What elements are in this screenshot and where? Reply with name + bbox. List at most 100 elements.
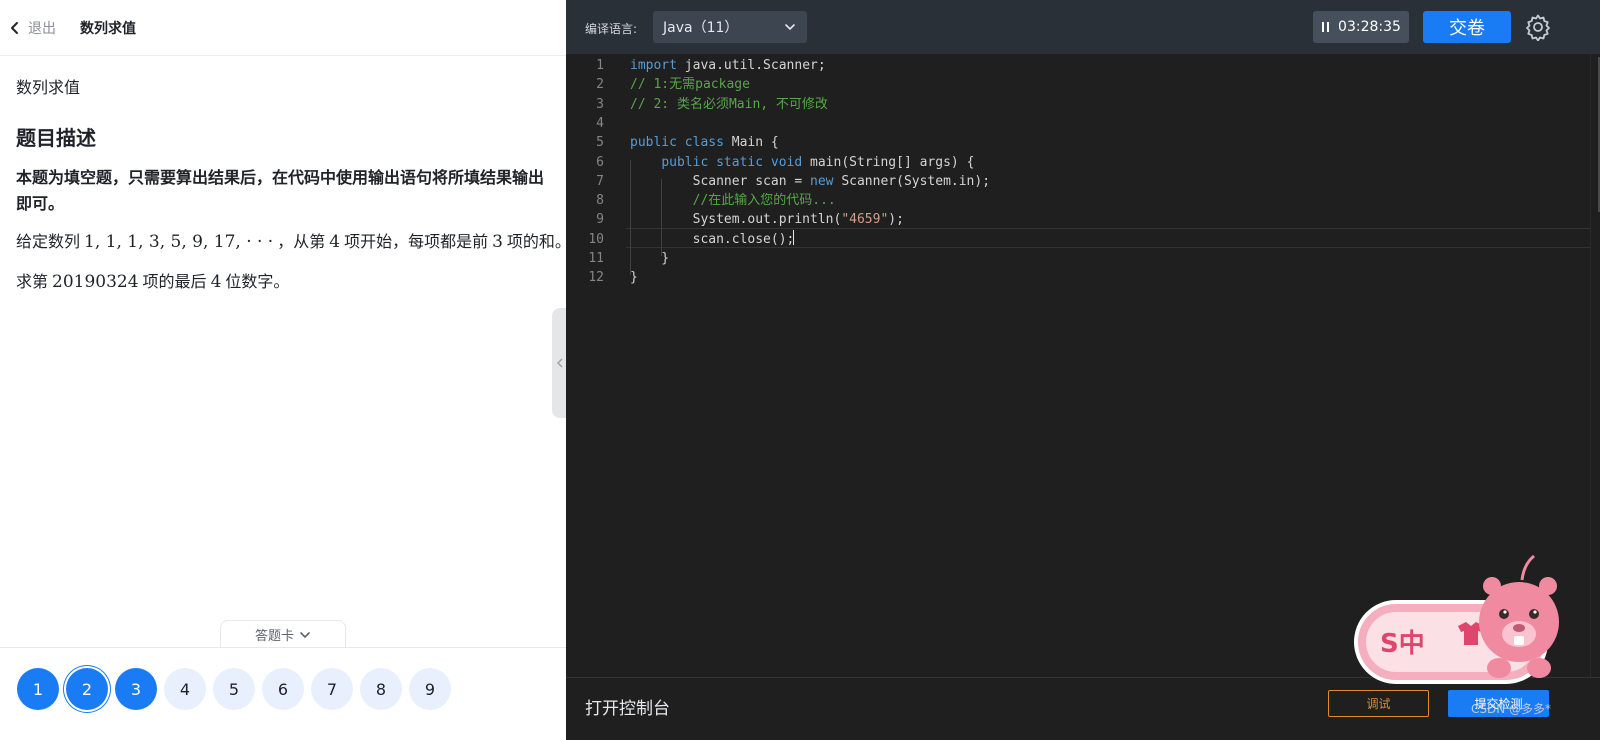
line-number: 11: [588, 251, 604, 266]
code-token: public static void: [661, 154, 803, 170]
chevron-left-icon: [11, 22, 18, 34]
pause-icon: [1322, 22, 1330, 32]
line-number: 8: [596, 193, 604, 209]
code-text: }: [630, 249, 669, 268]
question-number-7[interactable]: 7: [311, 668, 353, 710]
question-number-3[interactable]: 3: [115, 668, 157, 710]
problem-paragraph-2: 求第 20190324 项的最后 4 位数字。: [16, 269, 552, 295]
code-token: public class: [630, 135, 724, 151]
fill-in-note: 本题为填空题，只需要算出结果后，在代码中使用输出语句将所填结果输出即可。: [16, 168, 545, 213]
pause-timer-button[interactable]: 03:28:35: [1313, 11, 1409, 43]
question-number-5[interactable]: 5: [213, 668, 255, 710]
code-token: Main {: [723, 135, 779, 151]
question-number-6[interactable]: 6: [262, 668, 304, 710]
line-number: 5: [596, 135, 604, 151]
line-number: 9: [596, 212, 604, 228]
code-token: java.util.Scanner;: [676, 58, 826, 73]
para2-mid: 项的最后: [142, 272, 207, 291]
code-line[interactable]: 4: [566, 114, 1566, 133]
code-text: public static void main(String[] args) {: [630, 153, 974, 172]
code-token: }: [630, 270, 638, 286]
debug-button[interactable]: 调试: [1328, 690, 1429, 717]
code-token: import: [630, 58, 677, 73]
code-text: Scanner scan = new Scanner(System.in);: [630, 172, 990, 191]
mascot-widget[interactable]: S中: [1354, 550, 1566, 690]
language-select[interactable]: Java（11）: [653, 11, 807, 43]
line-number: 6: [596, 154, 604, 170]
language-value: Java（11）: [663, 20, 739, 36]
line-number: 2: [596, 77, 604, 93]
digit-count-math: 4: [210, 272, 222, 292]
start-index-math: 4: [329, 232, 341, 252]
problem-name: 数列求值: [16, 78, 81, 97]
prev-count-math: 3: [492, 232, 503, 252]
line-number: 4: [596, 115, 604, 131]
code-text: // 2: 类名必须Main, 不可修改: [630, 95, 828, 114]
question-number-4[interactable]: 4: [164, 668, 206, 710]
answer-card-toggle[interactable]: 答题卡: [220, 620, 346, 648]
timer-value: 03:28:35: [1338, 19, 1401, 35]
question-number-list: 123456789: [17, 668, 458, 710]
gear-icon[interactable]: [1524, 13, 1552, 41]
question-number-8[interactable]: 8: [360, 668, 402, 710]
answer-card-label: 答题卡: [254, 629, 294, 644]
code-line[interactable]: 1 import java.util.Scanner;: [566, 56, 1566, 75]
code-line[interactable]: 12}: [566, 268, 1566, 287]
chevron-down-icon: [785, 24, 795, 31]
text-cursor: [793, 230, 794, 245]
para1-mid2: 项开始，每项都是前: [344, 232, 489, 251]
code-line[interactable]: 3 // 2: 类名必须Main, 不可修改: [566, 95, 1566, 114]
code-text: import java.util.Scanner;: [630, 56, 826, 75]
para1-suffix: 项的和。: [506, 232, 571, 251]
section-heading: 题目描述: [16, 126, 96, 150]
code-line[interactable]: 11 }: [566, 249, 1566, 268]
mascot-badge-text: S中: [1380, 629, 1425, 659]
code-line[interactable]: 9 System.out.println("4659");: [566, 210, 1566, 229]
problem-header: 退出 数列求值: [0, 0, 566, 56]
code-line[interactable]: 10 scan.close();: [566, 230, 1566, 249]
watermark: CSDN @多多*: [1471, 702, 1552, 716]
code-line[interactable]: 2 // 1:无需package: [566, 75, 1566, 94]
editor-scrollbar[interactable]: [1590, 54, 1600, 678]
line-number: 1: [596, 58, 604, 73]
question-number-2[interactable]: 2: [66, 668, 108, 710]
code-line[interactable]: 5 public class Main {: [566, 133, 1566, 152]
exit-button[interactable]: 退出: [8, 17, 56, 39]
problem-panel: 退出 数列求值 数列求值 题目描述 本题为填空题，只需要算出结果后，在代码中使用…: [0, 0, 571, 740]
line-number: 12: [588, 270, 604, 286]
question-number-1[interactable]: 1: [17, 668, 59, 710]
indent-guide: [661, 179, 662, 256]
code-line[interactable]: 7 Scanner scan = new Scanner(System.in);: [566, 172, 1566, 191]
code-token: main(String[] args) {: [802, 154, 975, 170]
question-number-9[interactable]: 9: [409, 668, 451, 710]
chevron-down-icon: [300, 631, 310, 638]
open-console-button[interactable]: 打开控制台: [585, 694, 670, 719]
code-token: new: [810, 173, 834, 189]
code-token: }: [630, 251, 670, 266]
code-text: scan.close();: [630, 230, 795, 249]
para1-mid: ，从第: [277, 232, 326, 251]
para2-suffix: 位数字。: [225, 272, 290, 291]
sequence-math: 1, 1, 1, 3, 5, 9, 17, · · ·: [84, 232, 274, 252]
language-label: 编译语言:: [585, 22, 638, 36]
code-text: }: [630, 268, 638, 287]
code-token: "4659": [841, 212, 889, 228]
line-number: 7: [596, 173, 604, 189]
code-token: scan.close();: [630, 231, 795, 247]
indent-guide: [630, 160, 631, 275]
code-text: public class Main {: [630, 133, 779, 152]
code-line[interactable]: 6 public static void main(String[] args)…: [566, 153, 1566, 172]
editor-toolbar: 编译语言: Java（11） 03:28:35 交卷: [566, 0, 1600, 54]
page-title: 数列求值: [80, 21, 136, 37]
para1-prefix: 给定数列: [16, 232, 81, 251]
answer-card-bar: 123456789: [0, 647, 566, 740]
code-token: // 2: 类名必须Main, 不可修改: [630, 96, 828, 112]
submit-exam-button[interactable]: 交卷: [1423, 11, 1511, 43]
problem-content: 数列求值 题目描述 本题为填空题，只需要算出结果后，在代码中使用输出语句将所填结…: [16, 74, 571, 309]
code-token: //在此输入您的代码...: [692, 193, 836, 209]
code-token: Scanner(System.in);: [833, 173, 991, 189]
target-index-math: 20190324: [52, 272, 139, 292]
code-line[interactable]: 8 //在此输入您的代码...: [566, 191, 1566, 210]
para2-prefix: 求第: [16, 272, 49, 291]
code-token: Scanner scan =: [630, 173, 811, 189]
